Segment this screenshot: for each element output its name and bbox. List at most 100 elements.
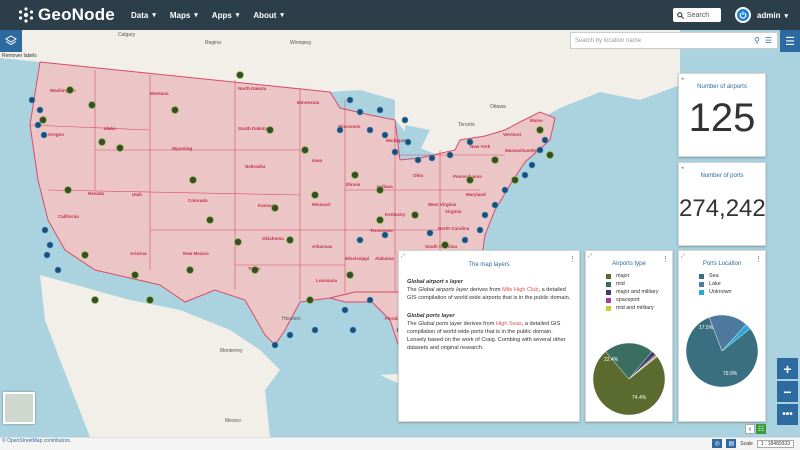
- city-label: Regina: [205, 40, 221, 46]
- ports-location-legend: Sea Lake Unknown: [699, 273, 765, 295]
- state-label: Missouri: [312, 202, 331, 207]
- plus-icon: +: [783, 360, 792, 377]
- city-label: Calgary: [118, 32, 136, 38]
- header-right: Search admin ▾: [672, 7, 788, 23]
- geonode-logo-icon: [18, 7, 34, 23]
- zoom-out-button[interactable]: −: [777, 381, 798, 402]
- header-search-input[interactable]: Search: [672, 8, 721, 22]
- grid-icon: ☷: [757, 426, 765, 433]
- location-search-placeholder: Search by location name: [575, 37, 642, 44]
- ports-count-widget[interactable]: ◂ Number of ports 274,242: [678, 162, 766, 246]
- locate-icon[interactable]: ◎: [712, 439, 723, 448]
- nav-about[interactable]: About ▾: [253, 11, 284, 20]
- widget-menu-icon[interactable]: ⋮: [755, 255, 762, 263]
- state-label: South Dakota: [238, 126, 267, 131]
- nav-apps-label: Apps: [211, 10, 232, 20]
- chevron-down-icon: ▾: [784, 12, 788, 20]
- nav-data[interactable]: Data ▾: [131, 11, 156, 20]
- footer-bar: [0, 437, 800, 450]
- legend-item[interactable]: Unknown: [699, 289, 765, 295]
- state-label: Nebraska: [245, 164, 266, 169]
- identify-icon[interactable]: ▤: [726, 439, 737, 448]
- state-label: Maine: [530, 118, 543, 123]
- more-options-button[interactable]: •••: [777, 404, 798, 425]
- ports-location-pie[interactable]: 17.5% 79.9%: [679, 311, 765, 391]
- scale-control: ◎ ▤ Scale 1 : 18489333: [712, 439, 794, 448]
- airports-count-value: 125: [688, 96, 756, 140]
- resize-icon[interactable]: ⤢: [681, 253, 685, 259]
- resize-icon[interactable]: ⤢: [588, 253, 592, 259]
- scale-label: Scale: [740, 440, 753, 447]
- state-label: Utah: [132, 192, 142, 197]
- widget-title: Ports Location: [702, 261, 742, 267]
- airports-type-pie[interactable]: 22.4% 74.4%: [586, 339, 672, 419]
- state-label: Maryland: [466, 192, 486, 197]
- legend-item[interactable]: mid and military: [606, 305, 672, 311]
- airports-layer-description: The Global airports layer derives from M…: [407, 286, 571, 301]
- pie-slice-label: 22.4%: [604, 357, 619, 363]
- nav-maps[interactable]: Maps ▾: [170, 11, 198, 20]
- state-label: West Virginia: [428, 202, 457, 207]
- state-label: Colorado: [188, 198, 208, 203]
- widget-menu-icon[interactable]: ⋮: [569, 255, 576, 265]
- chevron-down-icon: ▾: [152, 12, 156, 19]
- background-selector[interactable]: [3, 392, 35, 424]
- menu-icon: ☰: [785, 35, 795, 48]
- city-label: Ottawa: [490, 104, 506, 110]
- collapse-widgets-button[interactable]: ‹: [745, 424, 755, 434]
- legend-item[interactable]: Lake: [699, 281, 765, 287]
- state-label: North Carolina: [438, 226, 470, 231]
- scale-select[interactable]: 1 : 18489333: [756, 439, 794, 448]
- brand-name: GeoNode: [38, 5, 115, 24]
- collapse-icon[interactable]: ◂: [681, 165, 684, 171]
- state-label: Alabama: [375, 256, 394, 261]
- ports-layer-heading: Global ports layer: [407, 313, 455, 320]
- state-label: Vermont: [503, 132, 522, 137]
- state-label: Ohio: [413, 173, 423, 178]
- burger-menu-button[interactable]: ☰: [780, 30, 800, 52]
- location-search-input[interactable]: Search by location name ⚲ ☰: [570, 32, 778, 49]
- osm-attribution-link[interactable]: © OpenStreetMap contributors.: [2, 438, 71, 444]
- city-label: Winnipeg: [290, 40, 311, 46]
- geonode-logo[interactable]: GeoNode: [18, 5, 115, 25]
- chevron-down-icon: ▾: [194, 12, 198, 19]
- legend-item[interactable]: mid: [606, 281, 672, 287]
- ports-location-widget[interactable]: ⤢ ⋮ Ports Location Sea Lake Unknown 17.5…: [678, 250, 766, 422]
- nav-apps[interactable]: Apps ▾: [212, 11, 240, 20]
- map-layers-text-widget[interactable]: ⤢ ⋮ The map layers Global airport s laye…: [398, 250, 580, 422]
- state-label: Tennessee: [370, 228, 393, 233]
- legend-item[interactable]: Sea: [699, 273, 765, 279]
- search-icon[interactable]: ⚲: [754, 36, 760, 45]
- state-label: Idaho: [104, 126, 116, 131]
- high-seas-link[interactable]: High Seas: [496, 321, 522, 327]
- collapse-icon[interactable]: ◂: [681, 76, 684, 82]
- resize-icon[interactable]: ⤢: [401, 253, 405, 260]
- state-label: Montana: [150, 91, 169, 96]
- widget-title: The map layers: [468, 262, 510, 268]
- state-label: Arizona: [130, 251, 147, 256]
- widget-title: Airports type: [612, 261, 646, 267]
- layers-icon: [5, 35, 17, 46]
- minus-icon: −: [783, 383, 792, 400]
- airports-type-widget[interactable]: ⤢ ⋮ Airports type major mid major and mi…: [585, 250, 673, 422]
- ports-count-value: 274,242: [679, 195, 766, 222]
- legend-item[interactable]: major and military: [606, 289, 672, 295]
- nav-about-label: About: [253, 10, 277, 20]
- list-icon[interactable]: ☰: [765, 36, 772, 45]
- layer-switcher-button[interactable]: [0, 30, 22, 52]
- layer-switcher-label: Remover labels: [2, 53, 37, 59]
- legend-item[interactable]: spaceport: [606, 297, 672, 303]
- zoom-in-button[interactable]: +: [777, 358, 798, 379]
- state-label: New Mexico: [183, 251, 209, 256]
- ports-layer-description: The Global ports layer derives from High…: [407, 321, 566, 352]
- legend-item[interactable]: major: [606, 273, 672, 279]
- state-label: Minnesota: [297, 100, 320, 105]
- widget-tray-button[interactable]: ☷: [756, 424, 766, 434]
- state-label: Iowa: [312, 158, 322, 163]
- airports-layer-heading: Global airport s layer: [407, 278, 463, 285]
- user-menu[interactable]: admin ▾: [757, 11, 788, 20]
- avatar[interactable]: [734, 7, 751, 23]
- widget-menu-icon[interactable]: ⋮: [662, 255, 669, 263]
- mile-high-club-link[interactable]: Mile High Club: [502, 287, 538, 293]
- airports-count-widget[interactable]: ◂ Number of airports 125: [678, 73, 766, 157]
